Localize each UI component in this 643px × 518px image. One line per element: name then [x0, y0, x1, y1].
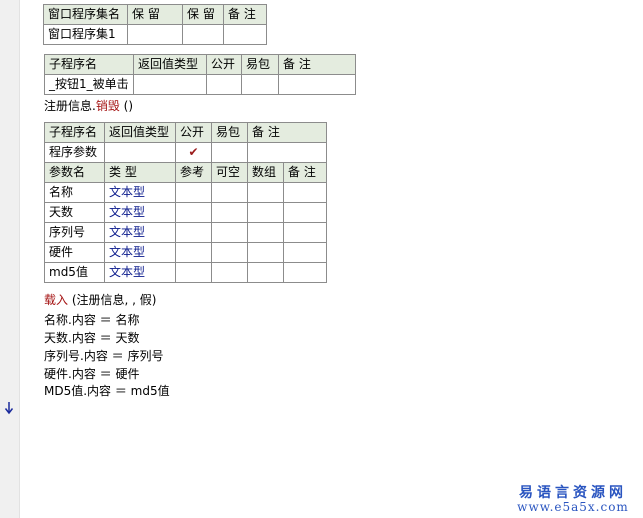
header-cell: 子程序名: [44, 122, 105, 143]
array-cell[interactable]: [247, 202, 284, 223]
code-line[interactable]: 硬件.内容 ＝ 硬件: [44, 366, 139, 382]
header-cell: 子程序名: [44, 54, 134, 75]
down-arrow-icon: [4, 402, 14, 415]
header-cell: 保 留: [182, 4, 224, 25]
reserved-cell[interactable]: [182, 24, 224, 45]
header-cell: 备 注: [278, 54, 356, 75]
editor-gutter: [0, 0, 20, 518]
params-subroutine-header-row: 子程序名 返回值类型 公开 易包 备 注: [44, 122, 328, 143]
easy-package-cell[interactable]: [241, 74, 279, 95]
array-cell[interactable]: [247, 182, 284, 203]
nullable-cell[interactable]: [211, 182, 248, 203]
call-parens: (): [119, 99, 134, 113]
header-cell: 易包: [241, 54, 279, 75]
param-type-cell[interactable]: 文本型: [104, 182, 176, 203]
header-cell: 备 注: [282, 162, 328, 183]
return-type-cell[interactable]: [133, 74, 207, 95]
header-cell: 备 注: [246, 122, 328, 143]
watermark-url: www.e5a5x.com: [517, 500, 629, 514]
subroutine-table: 子程序名 返回值类型 公开 易包 备 注 _按钮1_被单击: [44, 54, 356, 95]
nullable-cell[interactable]: [211, 202, 248, 223]
subroutine-name-cell[interactable]: 程序参数: [44, 142, 105, 163]
remark-cell[interactable]: [223, 24, 267, 45]
param-name-cell[interactable]: 序列号: [44, 222, 105, 243]
remark-cell[interactable]: [282, 262, 328, 283]
easy-package-cell[interactable]: [211, 142, 248, 163]
param-name-cell[interactable]: 名称: [44, 182, 105, 203]
load-keyword: 载入: [44, 293, 69, 307]
header-cell: 窗口程序集名: [43, 4, 128, 25]
nullable-cell[interactable]: [211, 262, 248, 283]
header-cell: 公开: [206, 54, 242, 75]
object-name: 注册信息.: [44, 99, 96, 113]
param-header-row: 参数名 类 型 参考 可空 数组 备 注: [44, 162, 328, 183]
header-cell: 数组: [247, 162, 284, 183]
reference-cell[interactable]: [175, 202, 212, 223]
param-row[interactable]: 天数 文本型: [44, 202, 328, 223]
param-name-cell[interactable]: 硬件: [44, 242, 105, 263]
param-row[interactable]: md5值 文本型: [44, 262, 328, 283]
param-row[interactable]: 名称 文本型: [44, 182, 328, 203]
reference-cell[interactable]: [175, 222, 212, 243]
subroutine-row[interactable]: _按钮1_被单击: [44, 74, 356, 95]
header-cell: 公开: [175, 122, 212, 143]
param-type-cell[interactable]: 文本型: [104, 222, 176, 243]
params-subroutine-table: 子程序名 返回值类型 公开 易包 备 注 程序参数 ✔ 参数名 类 型 参考 可…: [44, 122, 328, 283]
param-type-cell[interactable]: 文本型: [104, 242, 176, 263]
header-cell: 易包: [211, 122, 248, 143]
param-type-cell[interactable]: 文本型: [104, 262, 176, 283]
destroy-code-line[interactable]: 注册信息.销毁 (): [44, 98, 133, 114]
program-set-table: 窗口程序集名 保 留 保 留 备 注 窗口程序集1: [43, 4, 267, 45]
remark-cell[interactable]: [282, 182, 328, 203]
param-row[interactable]: 序列号 文本型: [44, 222, 328, 243]
remark-cell[interactable]: [282, 242, 328, 263]
header-cell: 可空: [211, 162, 248, 183]
checkmark-icon[interactable]: ✔: [175, 142, 212, 163]
header-cell: 返回值类型: [104, 122, 176, 143]
program-set-name-cell[interactable]: 窗口程序集1: [43, 24, 128, 45]
header-cell: 备 注: [223, 4, 267, 25]
params-subroutine-row[interactable]: 程序参数 ✔: [44, 142, 328, 163]
header-cell: 返回值类型: [133, 54, 207, 75]
array-cell[interactable]: [247, 242, 284, 263]
array-cell[interactable]: [247, 222, 284, 243]
program-set-header-row: 窗口程序集名 保 留 保 留 备 注: [43, 4, 267, 25]
program-set-row[interactable]: 窗口程序集1: [43, 24, 267, 45]
watermark-title: 易语言资源网: [519, 485, 627, 501]
load-code-line[interactable]: 载入 (注册信息, , 假): [44, 292, 156, 308]
param-name-cell[interactable]: md5值: [44, 262, 105, 283]
reference-cell[interactable]: [175, 242, 212, 263]
header-cell: 参考: [175, 162, 212, 183]
code-line[interactable]: 名称.内容 ＝ 名称: [44, 312, 139, 328]
param-name-cell[interactable]: 天数: [44, 202, 105, 223]
public-cell[interactable]: [206, 74, 242, 95]
destroy-method: 销毁: [95, 99, 120, 113]
subroutine-name-cell[interactable]: _按钮1_被单击: [44, 74, 134, 95]
header-cell: 类 型: [104, 162, 176, 183]
remark-cell[interactable]: [246, 142, 328, 163]
reference-cell[interactable]: [175, 262, 212, 283]
param-type-cell[interactable]: 文本型: [104, 202, 176, 223]
code-line[interactable]: 天数.内容 ＝ 天数: [44, 330, 139, 346]
load-args: (注册信息, , 假): [68, 293, 157, 307]
remark-cell[interactable]: [282, 202, 328, 223]
nullable-cell[interactable]: [211, 222, 248, 243]
code-line[interactable]: 序列号.内容 ＝ 序列号: [44, 348, 163, 364]
param-row[interactable]: 硬件 文本型: [44, 242, 328, 263]
code-line[interactable]: MD5值.内容 ＝ md5值: [44, 383, 170, 399]
nullable-cell[interactable]: [211, 242, 248, 263]
header-cell: 参数名: [44, 162, 105, 183]
remark-cell[interactable]: [282, 222, 328, 243]
reserved-cell[interactable]: [127, 24, 183, 45]
subroutine-header-row: 子程序名 返回值类型 公开 易包 备 注: [44, 54, 356, 75]
header-cell: 保 留: [127, 4, 183, 25]
return-type-cell[interactable]: [104, 142, 176, 163]
array-cell[interactable]: [247, 262, 284, 283]
remark-cell[interactable]: [278, 74, 356, 95]
reference-cell[interactable]: [175, 182, 212, 203]
